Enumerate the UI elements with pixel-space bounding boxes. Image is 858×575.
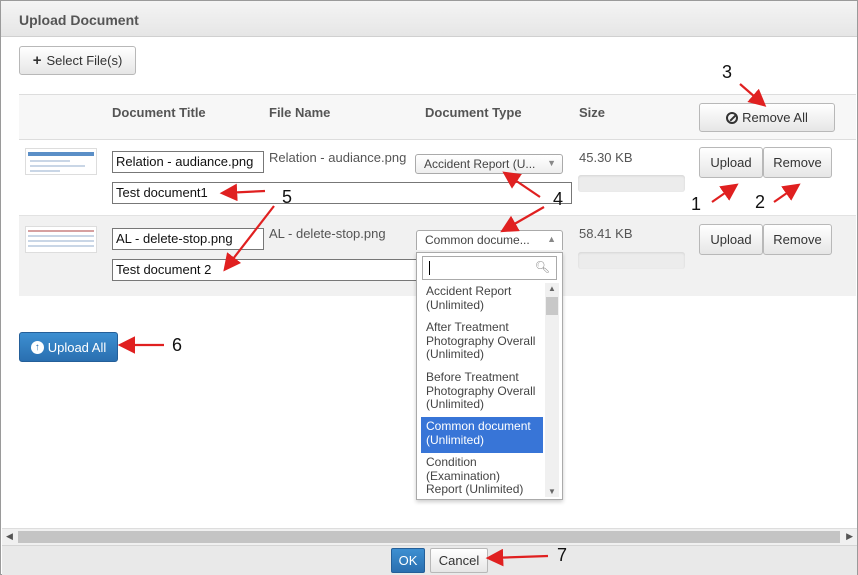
annotation-number-3: 3	[722, 62, 733, 82]
ban-icon	[726, 111, 739, 124]
dropdown-option[interactable]: Accident Report (Unlimited)	[421, 284, 543, 315]
document-type-dropdown: 🔍︎ Accident Report (Unlimited) After Tre…	[416, 252, 563, 500]
caret-down-icon: ▼	[547, 158, 556, 168]
dropdown-search-input[interactable]: 🔍︎	[422, 256, 557, 280]
dialog-footer: OK Cancel	[2, 545, 857, 575]
remove-button[interactable]: Remove	[763, 147, 832, 178]
document-description-input[interactable]: Test document 2	[112, 259, 417, 281]
dropdown-scrollbar[interactable]: ▲ ▼	[545, 283, 559, 497]
horizontal-scrollbar[interactable]: ◀ ▶	[2, 528, 857, 545]
annotation-number-2: 2	[755, 192, 766, 212]
upload-progress-bar	[578, 175, 685, 192]
scroll-left-icon[interactable]: ◀	[6, 531, 13, 542]
header-size: Size	[579, 105, 606, 120]
dialog-titlebar: Upload Document	[1, 1, 857, 37]
dropdown-option[interactable]: After Treatment Photography Overall (Unl…	[421, 320, 543, 365]
remove-label: Remove	[773, 155, 822, 170]
document-type-value: Accident Report (U...	[424, 157, 536, 171]
option-label: Common document (Unlimited)	[426, 419, 531, 447]
file-size: 45.30 KB	[579, 150, 633, 165]
scroll-right-icon[interactable]: ▶	[846, 531, 853, 542]
upload-all-label: Upload All	[47, 339, 107, 355]
option-label: Accident Report (Unlimited)	[426, 284, 512, 312]
document-type-value: Common docume...	[425, 233, 530, 247]
remove-all-label: Remove All	[742, 110, 808, 125]
dropdown-option[interactable]: Condition (Examination) Report (Unlimite…	[421, 455, 543, 498]
remove-label: Remove	[773, 232, 822, 247]
upload-document-dialog: Upload Document + Select File(s) Documen…	[0, 0, 858, 575]
dropdown-option-selected[interactable]: Common document (Unlimited)	[421, 417, 543, 453]
table-header-row: Document Title File Name Document Type S…	[19, 94, 856, 140]
scroll-down-icon[interactable]: ▼	[548, 487, 556, 496]
annotation-number-5: 5	[282, 187, 293, 207]
upload-circle-icon: ↑	[30, 340, 44, 354]
header-document-type: Document Type	[425, 105, 522, 120]
file-size: 58.41 KB	[579, 226, 633, 241]
file-name: AL - delete-stop.png	[269, 226, 386, 241]
select-files-label: Select File(s)	[46, 53, 123, 68]
header-file-name: File Name	[269, 105, 331, 120]
file-thumbnail	[25, 226, 97, 253]
remove-button[interactable]: Remove	[763, 224, 832, 255]
document-title-input[interactable]: Relation - audiance.png	[112, 151, 264, 173]
document-title-input[interactable]: AL - delete-stop.png	[112, 228, 264, 250]
horizontal-scroll-thumb[interactable]	[18, 531, 840, 543]
option-label: After Treatment Photography Overall (Unl…	[426, 320, 536, 361]
dialog-title: Upload Document	[19, 12, 139, 28]
dropdown-option[interactable]: Before Treatment Photography Overall (Un…	[421, 370, 543, 415]
document-type-select[interactable]: Common docume... ▲	[416, 230, 563, 250]
document-description-input[interactable]: Test document1	[112, 182, 572, 204]
upload-all-button[interactable]: ↑ Upload All	[19, 332, 118, 362]
option-label: Condition (Examination) Report (Unlimite…	[426, 455, 524, 496]
annotation-number-7: 7	[557, 545, 568, 565]
scroll-up-icon[interactable]: ▲	[548, 284, 556, 293]
text-cursor	[429, 261, 430, 275]
upload-progress-bar	[578, 252, 685, 269]
upload-button[interactable]: Upload	[699, 224, 763, 255]
upload-button[interactable]: Upload	[699, 147, 763, 178]
table-row: Relation - audiance.png Test document1 R…	[19, 140, 856, 216]
cancel-button[interactable]: Cancel	[430, 548, 488, 573]
remove-all-button[interactable]: Remove All	[699, 103, 835, 132]
upload-label: Upload	[710, 155, 752, 170]
upload-label: Upload	[710, 232, 752, 247]
annotation-number-1: 1	[691, 194, 702, 214]
select-files-button[interactable]: + Select File(s)	[19, 46, 136, 75]
search-icon: 🔍︎	[534, 260, 550, 274]
option-label: Before Treatment Photography Overall (Un…	[426, 370, 536, 411]
file-name: Relation - audiance.png	[269, 150, 407, 165]
header-document-title: Document Title	[112, 105, 206, 120]
cancel-label: Cancel	[438, 553, 480, 568]
dropdown-options: Accident Report (Unlimited) After Treatm…	[421, 283, 543, 497]
ok-label: OK	[398, 553, 418, 568]
document-type-select[interactable]: Accident Report (U... ▼	[415, 154, 563, 174]
ok-button[interactable]: OK	[391, 548, 425, 573]
scroll-thumb[interactable]	[546, 297, 558, 315]
file-thumbnail	[25, 148, 97, 175]
annotation-number-6: 6	[172, 335, 183, 355]
caret-up-icon: ▲	[547, 234, 556, 244]
plus-icon: +	[32, 52, 42, 69]
annotation-number-4: 4	[553, 189, 564, 209]
